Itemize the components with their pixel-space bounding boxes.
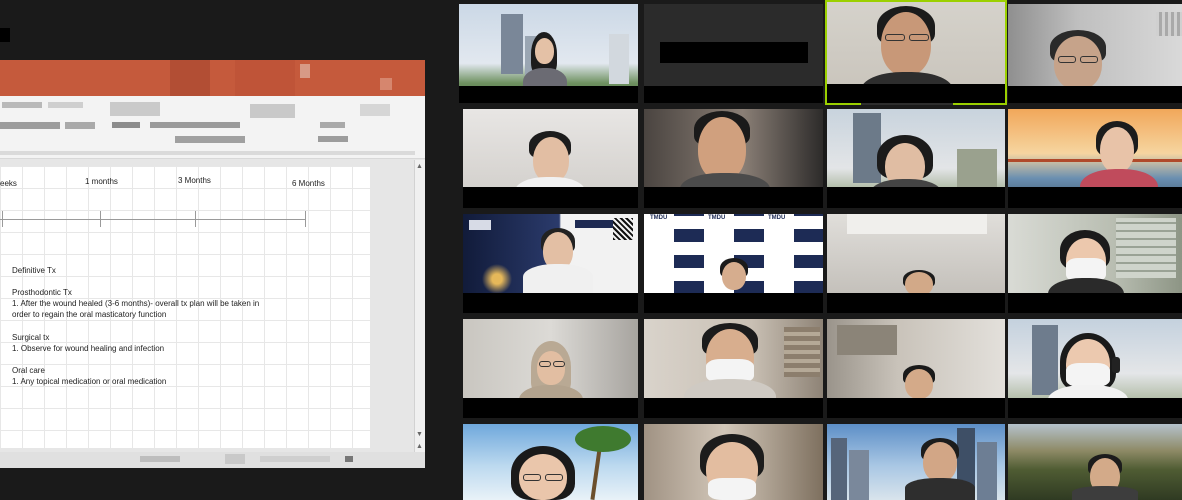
- video-gallery: TMDU TMDU TMDU: [455, 0, 1182, 500]
- participant-tile[interactable]: [644, 424, 823, 500]
- headphones-icon: [1112, 357, 1120, 373]
- name-bar: [463, 187, 638, 208]
- timeline-label-3-months: 3 Months: [178, 176, 211, 185]
- participant-tile[interactable]: [1008, 424, 1182, 500]
- name-bar: [827, 398, 1005, 418]
- status-bar: [0, 452, 425, 468]
- slide-heading: Definitive Tx: [12, 266, 56, 275]
- section-line: 1. After the wound healed (3-6 months)- …: [12, 299, 260, 308]
- name-placeholder: [660, 42, 808, 63]
- name-bar: [1008, 398, 1182, 418]
- timeline-tick: [195, 211, 196, 227]
- participant-tile[interactable]: [644, 319, 823, 418]
- vertical-scrollbar[interactable]: ▲ ▼ ▲ ▼: [414, 160, 425, 460]
- face-mask: [708, 478, 756, 500]
- name-bar: [459, 86, 638, 103]
- tmdu-logo: TMDU: [708, 215, 726, 221]
- shared-screen: eeks 1 months 3 Months 6 Months Definiti…: [0, 0, 455, 500]
- section-title: Surgical tx: [12, 333, 50, 342]
- scroll-up-icon[interactable]: ▲: [416, 162, 423, 171]
- participant-tile[interactable]: [827, 319, 1005, 418]
- participant-tile[interactable]: [1008, 214, 1182, 313]
- timeline-label-weeks: eeks: [0, 179, 17, 188]
- palm-tree: [575, 426, 631, 452]
- section-title: Prosthodontic Tx: [12, 288, 72, 297]
- scroll-down-icon[interactable]: ▼: [416, 430, 423, 439]
- participant-tile[interactable]: [827, 424, 1005, 500]
- section-line: 1. Observe for wound healing and infecti…: [12, 344, 165, 353]
- timeline-label-6-months: 6 Months: [292, 179, 325, 188]
- name-bar: [1008, 187, 1182, 208]
- section-line: 1. Any topical medication or oral medica…: [12, 377, 167, 386]
- name-bar: [827, 293, 1005, 313]
- face-mask: [1066, 363, 1110, 387]
- ribbon-title-bar: [0, 60, 425, 96]
- participant-tile[interactable]: [463, 424, 638, 500]
- share-corner-mark: [0, 28, 10, 42]
- participant-tile[interactable]: [827, 214, 1005, 313]
- name-bar: [1008, 293, 1182, 313]
- name-bar: [463, 293, 638, 313]
- tmdu-logo: TMDU: [650, 215, 668, 221]
- participant-tile[interactable]: [827, 109, 1005, 208]
- ribbon-toolbar: [0, 96, 425, 159]
- participant-tile[interactable]: [463, 109, 638, 208]
- name-bar: [463, 398, 638, 418]
- qr-code-icon: [613, 218, 633, 240]
- participant-tile-active-speaker[interactable]: [825, 0, 1007, 105]
- timeline-label-1-month: 1 months: [85, 177, 118, 186]
- name-bar: [1008, 86, 1182, 103]
- participant-tile[interactable]: [459, 4, 638, 103]
- timeline-axis: [0, 219, 306, 220]
- name-bar: [827, 187, 1005, 208]
- tmdu-logo: TMDU: [768, 215, 786, 221]
- powerpoint-window: eeks 1 months 3 Months 6 Months Definiti…: [0, 60, 425, 468]
- participant-tile[interactable]: [1008, 4, 1182, 103]
- slide-canvas[interactable]: eeks 1 months 3 Months 6 Months Definiti…: [0, 166, 370, 448]
- name-bar: [644, 86, 823, 103]
- participant-tile[interactable]: [463, 214, 638, 313]
- name-bar: [644, 398, 823, 418]
- participant-tile[interactable]: [1008, 109, 1182, 208]
- timeline-tick: [100, 211, 101, 227]
- participant-tile[interactable]: TMDU TMDU TMDU: [644, 214, 823, 313]
- participant-tile[interactable]: [1008, 319, 1182, 418]
- section-line: order to regain the oral masticatory fun…: [12, 310, 167, 319]
- participant-tile[interactable]: [644, 4, 823, 103]
- timeline-tick: [2, 211, 3, 227]
- name-bar: [827, 84, 1005, 103]
- section-title: Oral care: [12, 366, 45, 375]
- participant-tile[interactable]: [463, 319, 638, 418]
- name-bar: [644, 187, 823, 208]
- name-bar: [644, 293, 823, 313]
- participant-tile[interactable]: [644, 109, 823, 208]
- timeline-tick: [305, 211, 306, 227]
- banner-logo: [469, 220, 491, 230]
